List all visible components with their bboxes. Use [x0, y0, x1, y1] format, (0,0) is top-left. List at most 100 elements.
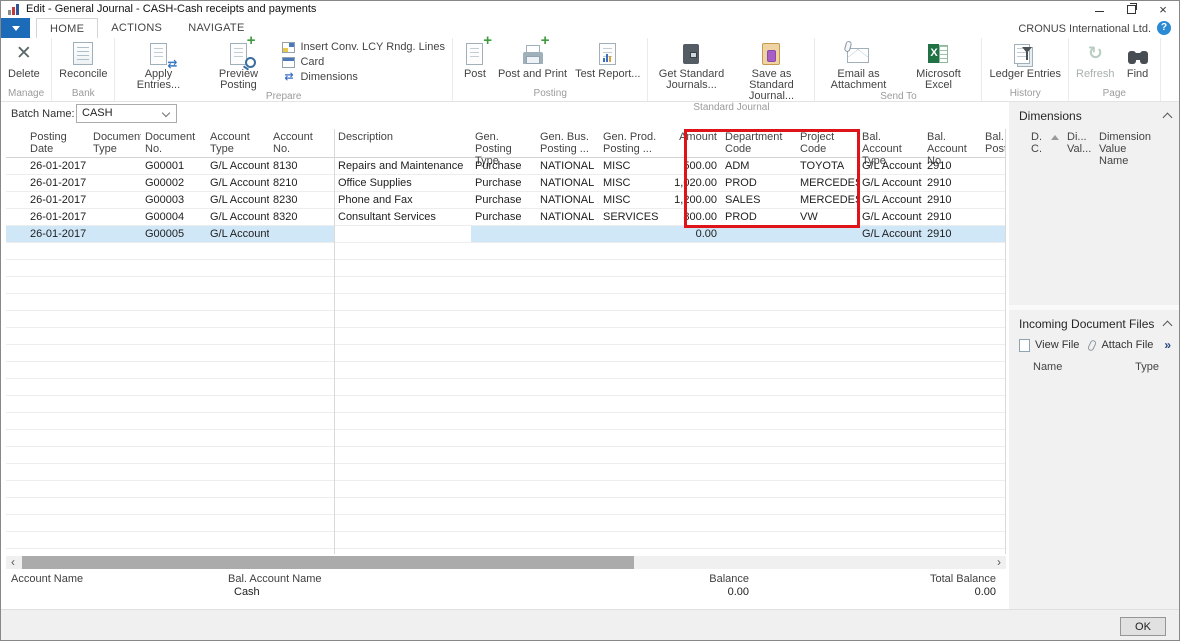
cell-document_no[interactable]: G00004	[141, 209, 206, 225]
cell-gen_posting_type[interactable]	[471, 226, 536, 242]
cell-posting_date[interactable]: 26-01-2017	[26, 226, 89, 242]
insert-conv-lcy-button[interactable]: Insert Conv. LCY Rndg. Lines	[282, 41, 445, 54]
column-header-amount[interactable]: Amount	[664, 129, 721, 143]
column-header-document_no[interactable]: Document No.	[141, 129, 206, 155]
close-button[interactable]: ×	[1147, 1, 1179, 18]
cell-description[interactable]: Phone and Fax	[334, 192, 471, 208]
cell-department_code[interactable]: PROD	[721, 175, 796, 191]
cell-bal_post[interactable]	[981, 209, 1006, 225]
email-as-attachment-button[interactable]: Email as Attachment	[818, 38, 898, 91]
column-header-department_code[interactable]: Department Code	[721, 129, 796, 155]
save-as-standard-journal-button[interactable]: Save as Standard Journal...	[731, 38, 811, 102]
journal-empty-row[interactable]	[6, 294, 1005, 311]
cell-project_code[interactable]	[796, 226, 858, 242]
get-standard-journals-button[interactable]: Get Standard Journals...	[651, 38, 731, 91]
cell-bal_account_no[interactable]: 2910	[923, 175, 981, 191]
journal-empty-row[interactable]	[6, 430, 1005, 447]
cell-gen_bus_posting[interactable]	[536, 226, 599, 242]
cell-amount[interactable]: 500.00	[664, 158, 721, 174]
cell-description[interactable]	[334, 226, 471, 242]
journal-empty-row[interactable]	[6, 447, 1005, 464]
cell-gen_prod_posting[interactable]: MISC	[599, 192, 664, 208]
cell-document_type[interactable]	[89, 175, 141, 191]
find-button[interactable]: Find	[1119, 38, 1157, 80]
journal-row-5[interactable]: 26-01-2017G00005G/L Account0.00G/L Accou…	[6, 226, 1005, 243]
journal-empty-row[interactable]	[6, 396, 1005, 413]
delete-button[interactable]: ✕ Delete	[4, 38, 44, 80]
journal-empty-row[interactable]	[6, 243, 1005, 260]
cell-amount[interactable]: 0.00	[664, 226, 721, 242]
cell-project_code[interactable]: TOYOTA	[796, 158, 858, 174]
journal-empty-row[interactable]	[6, 379, 1005, 396]
post-button[interactable]: + Post	[456, 38, 494, 80]
cell-posting_date[interactable]: 26-01-2017	[26, 192, 89, 208]
column-header-gen_prod_posting[interactable]: Gen. Prod. Posting ...	[599, 129, 664, 155]
cell-document_no[interactable]: G00005	[141, 226, 206, 242]
cell-gen_bus_posting[interactable]: NATIONAL	[536, 158, 599, 174]
cell-document_type[interactable]	[89, 226, 141, 242]
cell-document_type[interactable]	[89, 158, 141, 174]
cell-bal_post[interactable]	[981, 175, 1006, 191]
apply-entries-button[interactable]: ⇄ Apply Entries...	[118, 38, 198, 91]
cell-account_no[interactable]: 8130	[269, 158, 334, 174]
view-file-button[interactable]: View File	[1035, 339, 1079, 351]
cell-document_no[interactable]: G00003	[141, 192, 206, 208]
test-report-button[interactable]: Test Report...	[571, 38, 644, 80]
cell-department_code[interactable]: PROD	[721, 209, 796, 225]
cell-selector[interactable]	[6, 226, 26, 242]
cell-gen_prod_posting[interactable]	[599, 226, 664, 242]
card-button[interactable]: Card	[282, 56, 445, 69]
journal-empty-row[interactable]	[6, 515, 1005, 532]
cell-account_no[interactable]: 8320	[269, 209, 334, 225]
tab-navigate[interactable]: NAVIGATE	[175, 18, 257, 38]
dimensions-col-value-name[interactable]: Dimension Value Name	[1099, 131, 1175, 167]
scrollbar-thumb[interactable]	[22, 556, 634, 569]
preview-posting-button[interactable]: + Preview Posting	[198, 38, 278, 91]
scroll-left-button[interactable]: ‹	[6, 556, 20, 569]
cell-account_type[interactable]: G/L Account	[206, 158, 269, 174]
column-header-selector[interactable]	[6, 129, 26, 131]
cell-description[interactable]: Repairs and Maintenance	[334, 158, 471, 174]
column-header-account_type[interactable]: Account Type	[206, 129, 269, 155]
collapse-icon[interactable]	[1163, 321, 1173, 331]
cell-project_code[interactable]: VW	[796, 209, 858, 225]
cell-bal_account_no[interactable]: 2910	[923, 209, 981, 225]
cell-bal_account_type[interactable]: G/L Account	[858, 209, 923, 225]
cell-account_no[interactable]: 8210	[269, 175, 334, 191]
cell-department_code[interactable]	[721, 226, 796, 242]
cell-document_type[interactable]	[89, 192, 141, 208]
cell-gen_bus_posting[interactable]: NATIONAL	[536, 192, 599, 208]
cell-account_type[interactable]: G/L Account	[206, 226, 269, 242]
cell-amount[interactable]: 1,020.00	[664, 175, 721, 191]
cell-description[interactable]: Office Supplies	[334, 175, 471, 191]
cell-bal_account_no[interactable]: 2910	[923, 226, 981, 242]
ledger-entries-button[interactable]: Ledger Entries	[985, 38, 1065, 80]
collapse-icon[interactable]	[1163, 113, 1173, 123]
post-and-print-button[interactable]: + Post and Print	[494, 38, 571, 80]
cell-gen_posting_type[interactable]: Purchase	[471, 175, 536, 191]
journal-empty-row[interactable]	[6, 413, 1005, 430]
attach-file-button[interactable]: Attach File	[1101, 339, 1153, 351]
cell-project_code[interactable]: MERCEDES	[796, 192, 858, 208]
journal-empty-row[interactable]	[6, 549, 1005, 554]
cell-bal_account_no[interactable]: 2910	[923, 158, 981, 174]
cell-bal_account_type[interactable]: G/L Account	[858, 158, 923, 174]
cell-gen_posting_type[interactable]: Purchase	[471, 158, 536, 174]
microsoft-excel-button[interactable]: Microsoft Excel	[898, 38, 978, 91]
cell-bal_post[interactable]	[981, 226, 1006, 242]
journal-empty-row[interactable]	[6, 532, 1005, 549]
cell-document_no[interactable]: G00002	[141, 175, 206, 191]
cell-gen_posting_type[interactable]: Purchase	[471, 192, 536, 208]
cell-department_code[interactable]: SALES	[721, 192, 796, 208]
ok-button[interactable]: OK	[1120, 617, 1166, 636]
horizontal-scrollbar[interactable]: ‹ ›	[6, 556, 1006, 569]
tab-home[interactable]: HOME	[36, 18, 98, 39]
cell-bal_account_type[interactable]: G/L Account	[858, 192, 923, 208]
column-header-description[interactable]: Description	[334, 129, 471, 143]
cell-account_no[interactable]: 8230	[269, 192, 334, 208]
refresh-button[interactable]: ↻ Refresh	[1072, 38, 1119, 80]
restore-button[interactable]	[1115, 1, 1147, 18]
cell-gen_prod_posting[interactable]: MISC	[599, 175, 664, 191]
journal-empty-row[interactable]	[6, 345, 1005, 362]
minimize-button[interactable]	[1083, 1, 1115, 18]
